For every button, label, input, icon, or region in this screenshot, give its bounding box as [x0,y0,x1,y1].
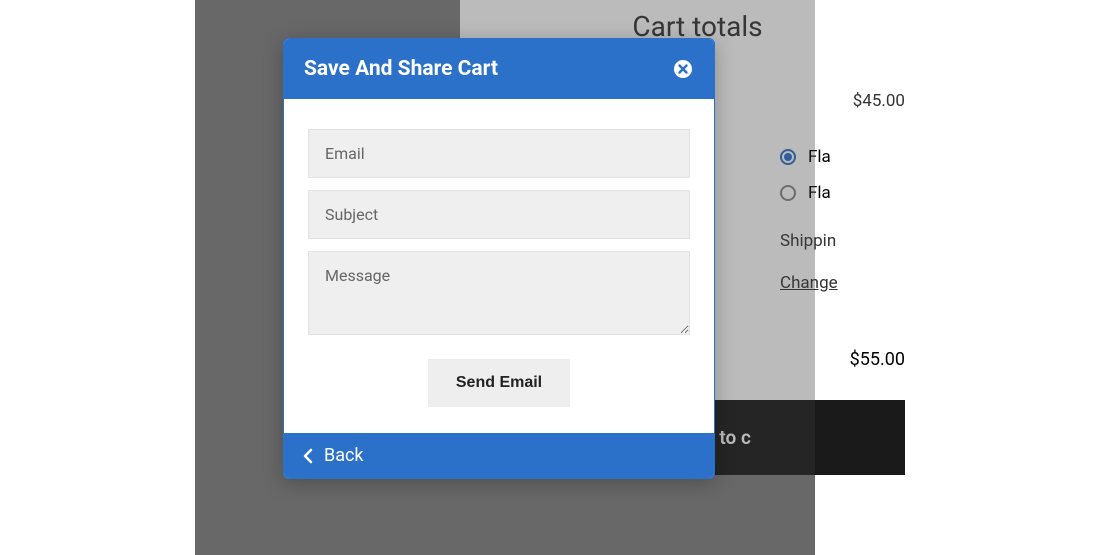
message-field[interactable] [308,251,690,335]
subject-field[interactable] [308,190,690,239]
modal-header: Save And Share Cart [284,39,714,99]
close-button[interactable] [672,58,694,80]
chevron-left-icon [302,448,314,464]
send-email-button[interactable]: Send Email [428,359,570,407]
back-button[interactable]: Back [284,433,714,478]
email-field[interactable] [308,129,690,178]
modal-body: Send Email [284,99,714,433]
modal-title: Save And Share Cart [304,57,498,81]
back-label: Back [324,445,364,466]
save-share-cart-modal: Save And Share Cart Send Email Back [283,38,715,479]
close-icon [673,59,693,79]
